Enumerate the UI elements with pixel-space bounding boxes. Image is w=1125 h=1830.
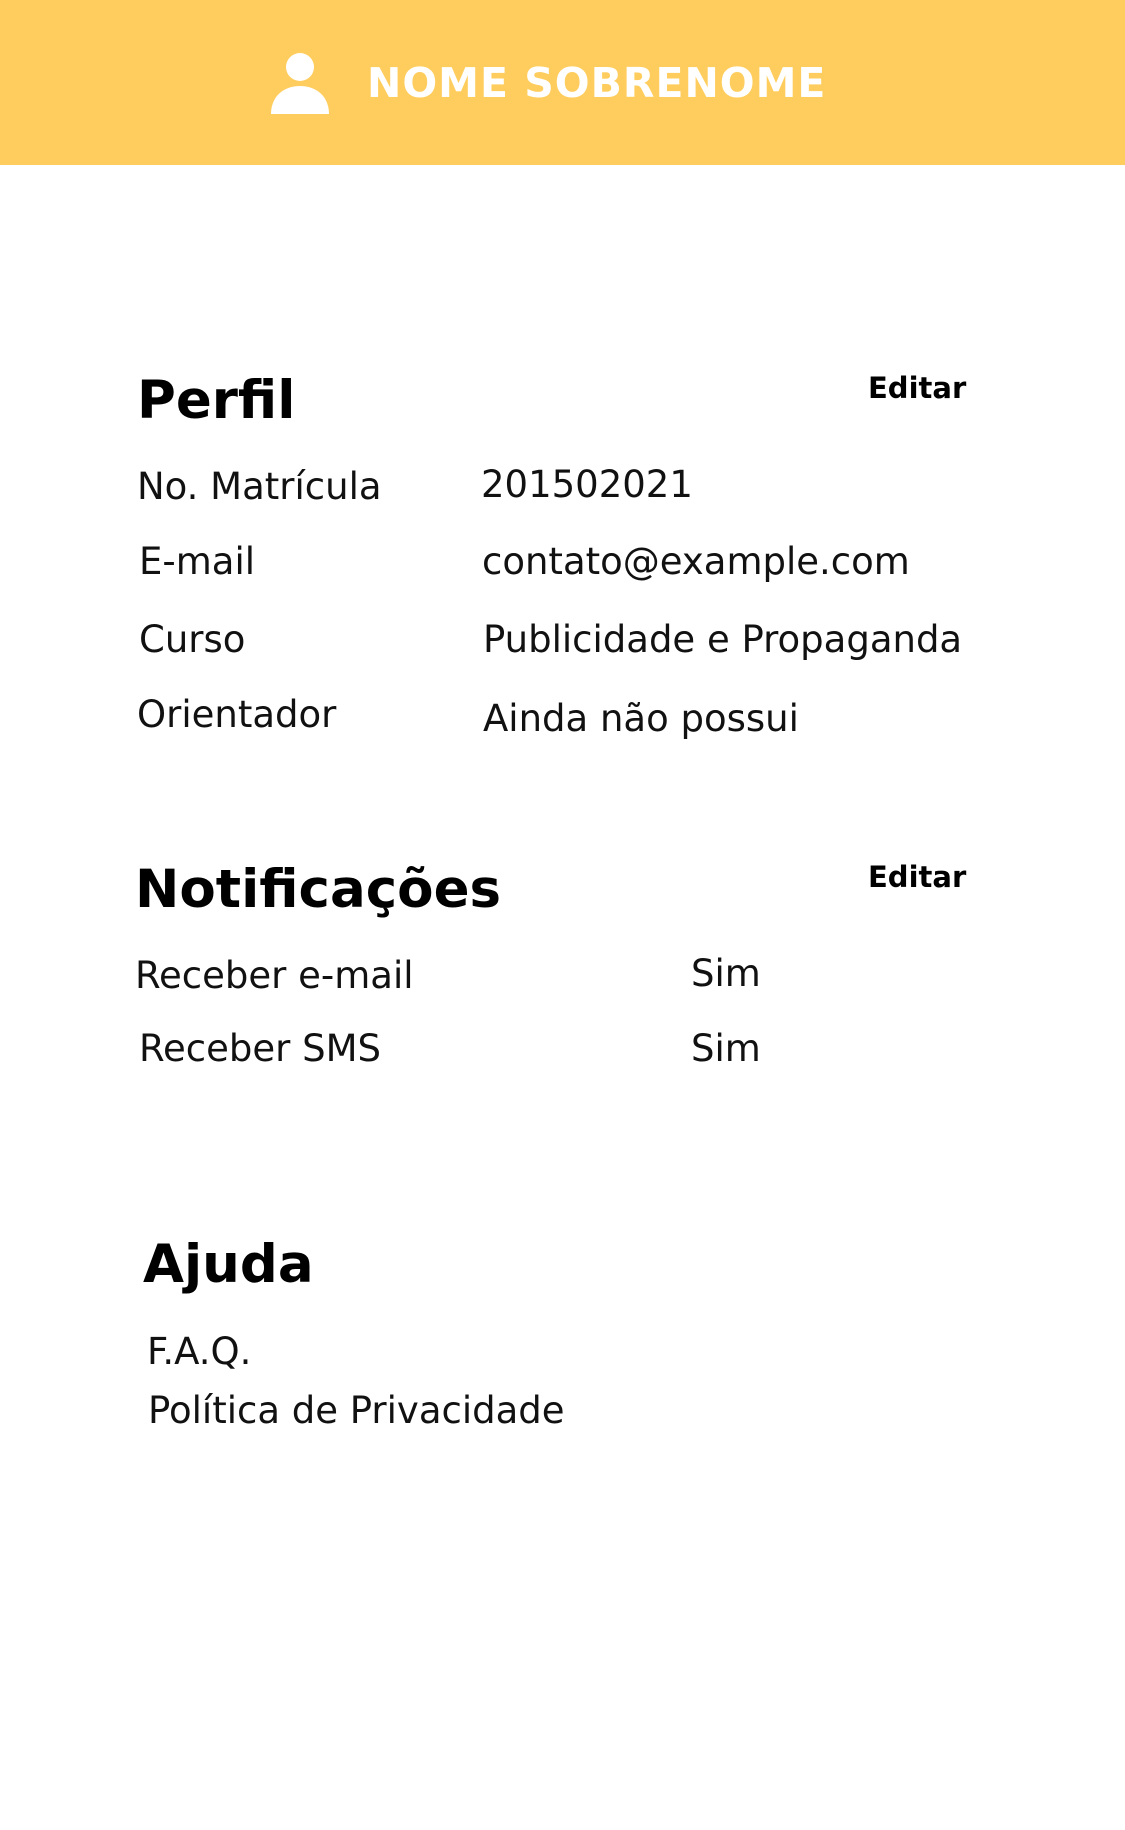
- profile-section-title: Perfil: [137, 370, 296, 431]
- header-user: NOME SOBRENOME: [271, 50, 826, 116]
- profile-value-email: contato@example.com: [482, 540, 910, 583]
- profile-label-orientador: Orientador: [137, 693, 337, 736]
- help-section-title: Ajuda: [143, 1234, 314, 1295]
- profile-value-matricula: 201502021: [481, 463, 693, 506]
- profile-label-matricula: No. Matrícula: [137, 465, 382, 508]
- profile-value-orientador: Ainda não possui: [483, 697, 799, 740]
- notifications-value-sms: Sim: [691, 1027, 761, 1070]
- profile-edit-button[interactable]: Editar: [868, 374, 966, 403]
- profile-label-curso: Curso: [139, 618, 246, 661]
- profile-label-email: E-mail: [139, 540, 256, 583]
- notifications-edit-button[interactable]: Editar: [868, 863, 966, 892]
- profile-value-curso: Publicidade e Propaganda: [483, 618, 963, 661]
- user-name: NOME SOBRENOME: [367, 59, 827, 107]
- notifications-label-email: Receber e-mail: [135, 954, 414, 997]
- notifications-section-title: Notificações: [135, 859, 502, 920]
- user-icon: [271, 53, 329, 114]
- help-link-faq[interactable]: F.A.Q.: [147, 1333, 251, 1370]
- notifications-value-email: Sim: [691, 952, 761, 995]
- profile-header: NOME SOBRENOME: [0, 0, 1125, 165]
- notifications-label-sms: Receber SMS: [139, 1027, 382, 1070]
- help-link-privacy-policy[interactable]: Política de Privacidade: [148, 1392, 565, 1429]
